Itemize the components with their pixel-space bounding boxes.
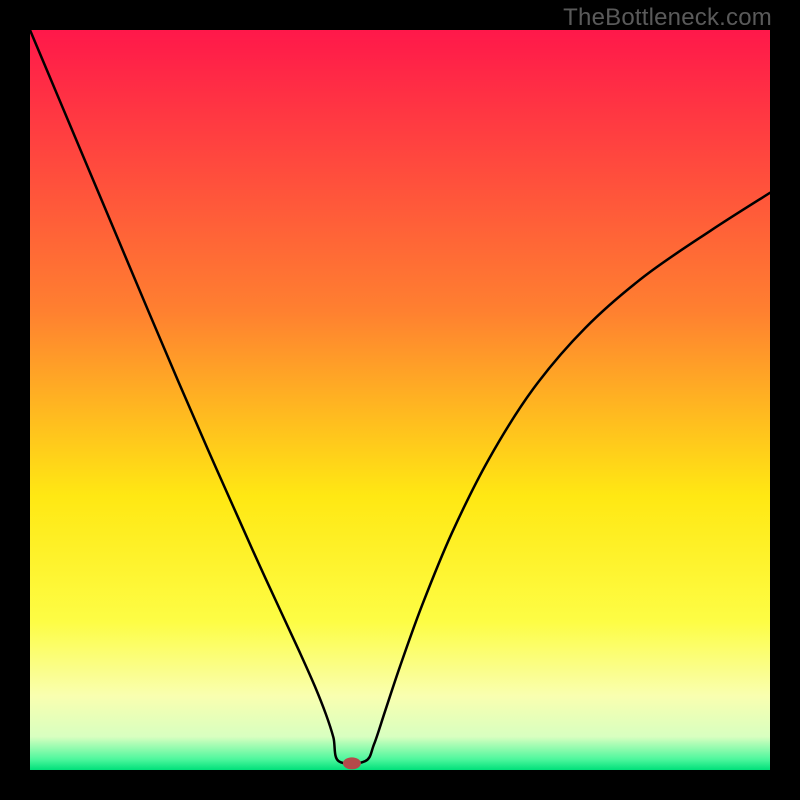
plot-area [30, 30, 770, 770]
minimum-marker [343, 757, 361, 769]
gradient-background [30, 30, 770, 770]
chart-svg [30, 30, 770, 770]
chart-frame: TheBottleneck.com [0, 0, 800, 800]
watermark-text: TheBottleneck.com [563, 4, 772, 32]
